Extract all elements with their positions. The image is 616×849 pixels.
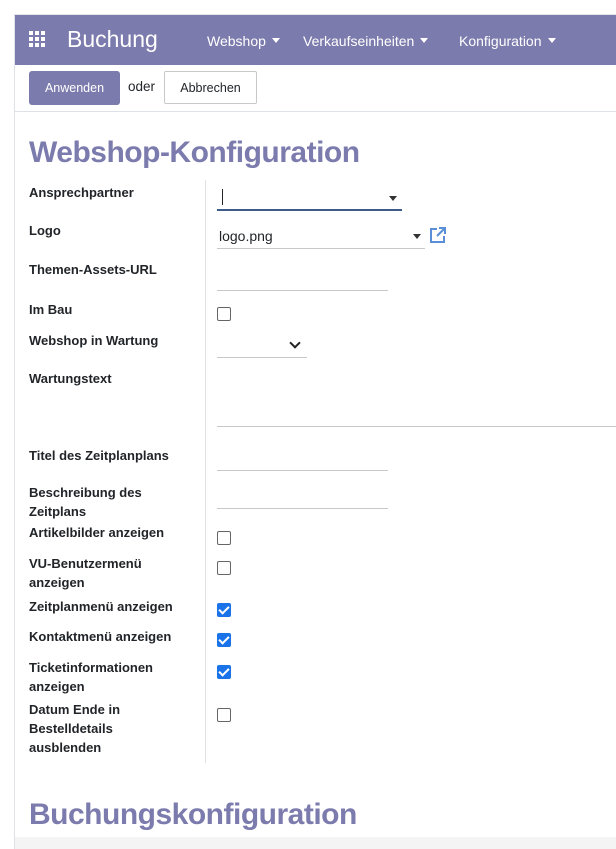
section-divider-strip xyxy=(15,837,616,849)
beschreibung-zeitplans-label: Beschreibung des Zeitplans xyxy=(29,485,142,519)
menu-konfiguration-label: Konfiguration xyxy=(459,33,542,49)
vu-benutzermenu-anzeigen-label: VU-Benutzermenü anzeigen xyxy=(29,556,142,590)
datum-ende-ausblenden-checkbox[interactable] xyxy=(217,708,231,722)
control-panel: Anwenden oder Abbrechen xyxy=(15,65,616,112)
app-window: Buchung Webshop Verkaufseinheiten Konfig… xyxy=(14,14,616,849)
chevron-down-icon xyxy=(289,337,301,349)
artikelbilder-anzeigen-checkbox[interactable] xyxy=(217,531,231,545)
booking-section-title: Buchungskonfiguration xyxy=(29,798,357,831)
vu-benutzermenu-anzeigen-checkbox[interactable] xyxy=(217,561,231,575)
im-bau-checkbox[interactable] xyxy=(217,307,231,321)
menu-webshop[interactable]: Webshop xyxy=(207,32,280,50)
im-bau-label: Im Bau xyxy=(29,302,73,317)
artikelbilder-anzeigen-label: Artikelbilder anzeigen xyxy=(29,525,165,540)
caret-down-icon xyxy=(271,38,280,43)
zeitplanmenu-anzeigen-label: Zeitplanmenü anzeigen xyxy=(29,599,173,614)
dropdown-caret-icon xyxy=(413,234,421,239)
logo-value: logo.png xyxy=(219,228,273,244)
caret-down-icon xyxy=(420,38,429,43)
kontaktmenu-anzeigen-checkbox[interactable] xyxy=(217,633,231,647)
external-link-icon[interactable] xyxy=(428,225,448,245)
menu-verkaufseinheiten[interactable]: Verkaufseinheiten xyxy=(303,32,429,50)
ansprechpartner-underline xyxy=(217,209,402,211)
titel-zeitplanplans-label: Titel des Zeitplanplans xyxy=(29,448,169,463)
or-separator: oder xyxy=(128,79,156,94)
text-cursor xyxy=(222,189,223,205)
kontaktmenu-anzeigen-label: Kontaktmenü anzeigen xyxy=(29,629,172,644)
ansprechpartner-field[interactable] xyxy=(217,185,402,211)
menu-verkaufseinheiten-label: Verkaufseinheiten xyxy=(303,33,415,49)
zeitplanmenu-anzeigen-checkbox[interactable] xyxy=(217,603,231,617)
apply-button[interactable]: Anwenden xyxy=(29,71,120,105)
top-navbar: Buchung Webshop Verkaufseinheiten Konfig… xyxy=(15,15,616,65)
webshop-in-wartung-underline xyxy=(217,357,307,358)
label-column-divider xyxy=(205,180,206,763)
datum-ende-ausblenden-label: Datum Ende in Bestelldetails ausblenden xyxy=(29,702,121,755)
menu-konfiguration[interactable]: Konfiguration xyxy=(459,32,556,50)
app-brand[interactable]: Buchung xyxy=(67,25,158,53)
menu-webshop-label: Webshop xyxy=(207,33,266,49)
wartungstext-underline xyxy=(217,426,616,427)
wartungstext-label: Wartungstext xyxy=(29,371,112,386)
webshop-in-wartung-select[interactable] xyxy=(217,333,307,359)
webshop-in-wartung-label: Webshop in Wartung xyxy=(29,333,159,348)
themen-assets-url-input[interactable] xyxy=(217,267,388,291)
apps-grid-icon[interactable] xyxy=(29,31,45,47)
logo-label: Logo xyxy=(29,223,61,238)
caret-down-icon xyxy=(547,38,556,43)
titel-zeitplanplans-underline xyxy=(217,470,388,471)
titel-zeitplanplans-input[interactable] xyxy=(217,447,388,471)
beschreibung-zeitplans-input[interactable] xyxy=(217,485,388,509)
themen-assets-url-underline xyxy=(217,290,388,291)
logo-underline xyxy=(217,248,425,249)
logo-field[interactable]: logo.png xyxy=(217,225,425,249)
beschreibung-zeitplans-underline xyxy=(217,508,388,509)
ansprechpartner-label: Ansprechpartner xyxy=(29,185,134,200)
wartungstext-textarea[interactable] xyxy=(217,375,616,427)
themen-assets-url-label: Themen-Assets-URL xyxy=(29,262,157,277)
dropdown-caret-icon xyxy=(389,196,397,201)
ticketinformationen-anzeigen-checkbox[interactable] xyxy=(217,665,231,679)
cancel-button[interactable]: Abbrechen xyxy=(164,71,257,104)
ticketinformationen-anzeigen-label: Ticketinformationen anzeigen xyxy=(29,660,154,694)
webshop-section-title: Webshop-Konfiguration xyxy=(29,136,360,169)
